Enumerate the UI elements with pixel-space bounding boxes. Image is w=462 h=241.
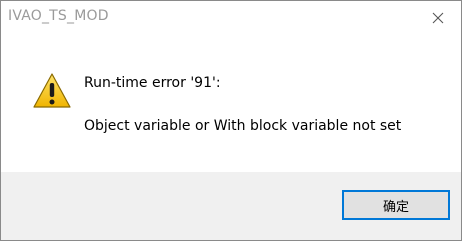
message-area: Run-time error '91': Object variable or … [1,35,461,172]
ok-button-label: 确定 [382,199,409,215]
error-description: Object variable or With block variable n… [84,118,402,134]
title-bar[interactable]: IVAO_TS_MOD [1,1,461,35]
close-button[interactable] [415,1,461,35]
error-title: Run-time error '91': [84,75,221,91]
error-dialog: IVAO_TS_MOD Run-time error '91': Object … [0,0,462,241]
button-bar: 确定 [1,172,461,240]
window-title: IVAO_TS_MOD [8,8,109,24]
close-icon [432,12,444,24]
warning-icon [32,71,72,111]
ok-button[interactable]: 确定 [342,190,450,220]
